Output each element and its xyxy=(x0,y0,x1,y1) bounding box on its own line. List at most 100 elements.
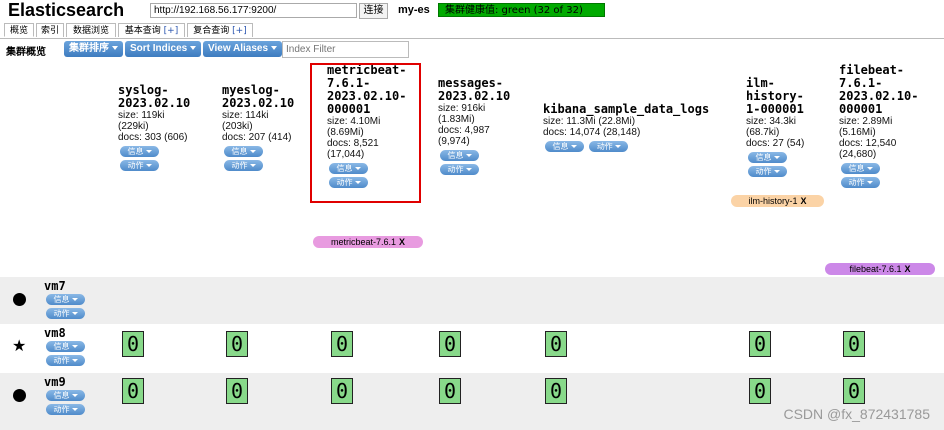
tab-label: 概览 xyxy=(9,26,28,36)
chevron-down-icon xyxy=(112,46,118,51)
chevron-down-icon xyxy=(71,298,78,301)
info-button[interactable]: 信息 xyxy=(46,294,85,305)
alias-label: filebeat-7.6.1 xyxy=(849,264,902,274)
index-filter-input[interactable] xyxy=(282,41,409,58)
shard-box[interactable]: 0 xyxy=(545,331,567,357)
tab-compound-query[interactable]: 复合查询 [+] xyxy=(187,23,253,37)
shard-box[interactable]: 0 xyxy=(439,331,461,357)
action-button[interactable]: 动作 xyxy=(224,160,263,171)
tab-label: 索引 xyxy=(40,26,59,36)
index-docs-total: (9,974) xyxy=(438,136,470,147)
shard-box[interactable]: 0 xyxy=(749,378,771,404)
action-button[interactable]: 动作 xyxy=(748,166,787,177)
index-name: myeslog- 2023.02.10 xyxy=(222,83,295,110)
chevron-down-icon xyxy=(71,359,78,362)
index-docs: docs: 4,987 xyxy=(438,125,490,136)
info-button[interactable]: 信息 xyxy=(545,141,584,152)
view-aliases-button[interactable]: View Aliases xyxy=(203,41,283,57)
action-button[interactable]: 动作 xyxy=(46,308,85,319)
cluster-url-input[interactable] xyxy=(150,3,357,18)
chevron-down-icon xyxy=(465,168,472,171)
index-name: messages- 2023.02.10 xyxy=(438,76,511,103)
index-docs: docs: 14,074 (28,148) xyxy=(543,127,641,138)
chevron-down-icon xyxy=(71,408,78,411)
shard-box[interactable]: 0 xyxy=(843,331,865,357)
index-header-syslog: syslog- 2023.02.10 size: 119ki (229ki) d… xyxy=(118,84,190,171)
tab-divider xyxy=(0,38,944,39)
index-name: filebeat- 7.6.1- 2023.02.10- 000001 xyxy=(839,63,919,116)
action-button[interactable]: 动作 xyxy=(841,177,880,188)
index-size-total: (203ki) xyxy=(222,121,253,132)
shard-box[interactable]: 0 xyxy=(545,378,567,404)
index-size: size: 2.89Mi xyxy=(839,116,893,127)
action-button[interactable]: 动作 xyxy=(440,164,479,175)
shard-box[interactable]: 0 xyxy=(122,378,144,404)
chevron-down-icon xyxy=(271,46,278,51)
cluster-health-badge: 集群健康值: green (32 of 32) xyxy=(438,3,605,17)
info-button[interactable]: 信息 xyxy=(440,150,479,161)
shard-box[interactable]: 0 xyxy=(331,331,353,357)
shard-box[interactable]: 0 xyxy=(749,331,771,357)
sort-cluster-button[interactable]: 集群排序 xyxy=(64,41,123,57)
action-button[interactable]: 动作 xyxy=(46,355,85,366)
star-icon: ★ xyxy=(12,336,27,355)
index-size-total: (5.16Mi) xyxy=(839,127,876,138)
node-row-vm8: ★ vm8 信息 动作 0 0 0 0 0 0 0 xyxy=(0,324,944,373)
chevron-down-icon xyxy=(570,145,577,148)
sort-indices-button[interactable]: Sort Indices xyxy=(125,41,202,57)
action-button[interactable]: 动作 xyxy=(120,160,159,171)
index-size: size: 34.3ki xyxy=(746,116,797,127)
highlight-annotation xyxy=(310,63,421,203)
shard-box[interactable]: 0 xyxy=(122,331,144,357)
chevron-down-icon xyxy=(249,150,256,153)
chevron-down-icon xyxy=(866,181,873,184)
shard-box[interactable]: 0 xyxy=(331,378,353,404)
info-button[interactable]: 信息 xyxy=(46,341,85,352)
info-button[interactable]: 信息 xyxy=(841,163,880,174)
tab-basic-query[interactable]: 基本查询 [+] xyxy=(118,23,185,37)
index-size: size: 114ki xyxy=(222,110,269,121)
index-size: size: 119ki xyxy=(118,110,165,121)
connect-button[interactable]: 连接 xyxy=(359,3,388,19)
tab-overview[interactable]: 概览 xyxy=(4,23,34,37)
chevron-down-icon xyxy=(614,145,621,148)
info-button[interactable]: 信息 xyxy=(46,390,85,401)
chevron-down-icon xyxy=(190,46,197,51)
add-tab-link[interactable]: [+] xyxy=(232,26,247,36)
index-name: syslog- 2023.02.10 xyxy=(118,83,191,110)
tab-label: 复合查询 xyxy=(193,26,230,36)
alias-label: metricbeat-7.6.1 xyxy=(330,237,396,247)
shard-box[interactable]: 0 xyxy=(226,378,248,404)
remove-alias-icon[interactable]: X xyxy=(399,237,405,247)
cluster-name: my-es xyxy=(398,4,430,16)
info-button[interactable]: 信息 xyxy=(120,146,159,157)
index-docs: docs: 27 (54) xyxy=(746,138,805,149)
add-tab-link[interactable]: [+] xyxy=(164,26,179,36)
info-button[interactable]: 信息 xyxy=(748,152,787,163)
alias-tag-filebeat[interactable]: filebeat-7.6.1 X xyxy=(825,263,935,275)
index-docs: docs: 303 (606) xyxy=(118,132,188,143)
index-name: ilm- history- 1-000001 xyxy=(746,76,804,116)
index-size-total: (229ki) xyxy=(118,121,149,132)
index-name: kibana_sample_data_logs xyxy=(543,102,710,116)
chevron-down-icon xyxy=(773,170,780,173)
app-title: Elasticsearch xyxy=(8,0,125,20)
action-button[interactable]: 动作 xyxy=(589,141,629,152)
alias-tag-ilm-history[interactable]: ilm-history-1 X xyxy=(731,195,824,207)
info-button[interactable]: 信息 xyxy=(224,146,263,157)
remove-alias-icon[interactable]: X xyxy=(801,196,807,206)
button-label: View Aliases xyxy=(208,43,269,54)
alias-tag-metricbeat[interactable]: metricbeat-7.6.1 X xyxy=(313,236,423,248)
tab-browser[interactable]: 数据浏览 xyxy=(66,23,116,37)
chevron-down-icon xyxy=(145,150,152,153)
tab-indices[interactable]: 索引 xyxy=(36,23,64,37)
shard-box[interactable]: 0 xyxy=(226,331,248,357)
node-row-vm7: vm7 信息 动作 xyxy=(0,277,944,324)
shard-box[interactable]: 0 xyxy=(843,378,865,404)
chevron-down-icon xyxy=(71,312,78,315)
action-button[interactable]: 动作 xyxy=(46,404,85,415)
chevron-down-icon xyxy=(465,154,472,157)
remove-alias-icon[interactable]: X xyxy=(905,264,911,274)
tab-label: 基本查询 xyxy=(124,26,161,36)
shard-box[interactable]: 0 xyxy=(439,378,461,404)
